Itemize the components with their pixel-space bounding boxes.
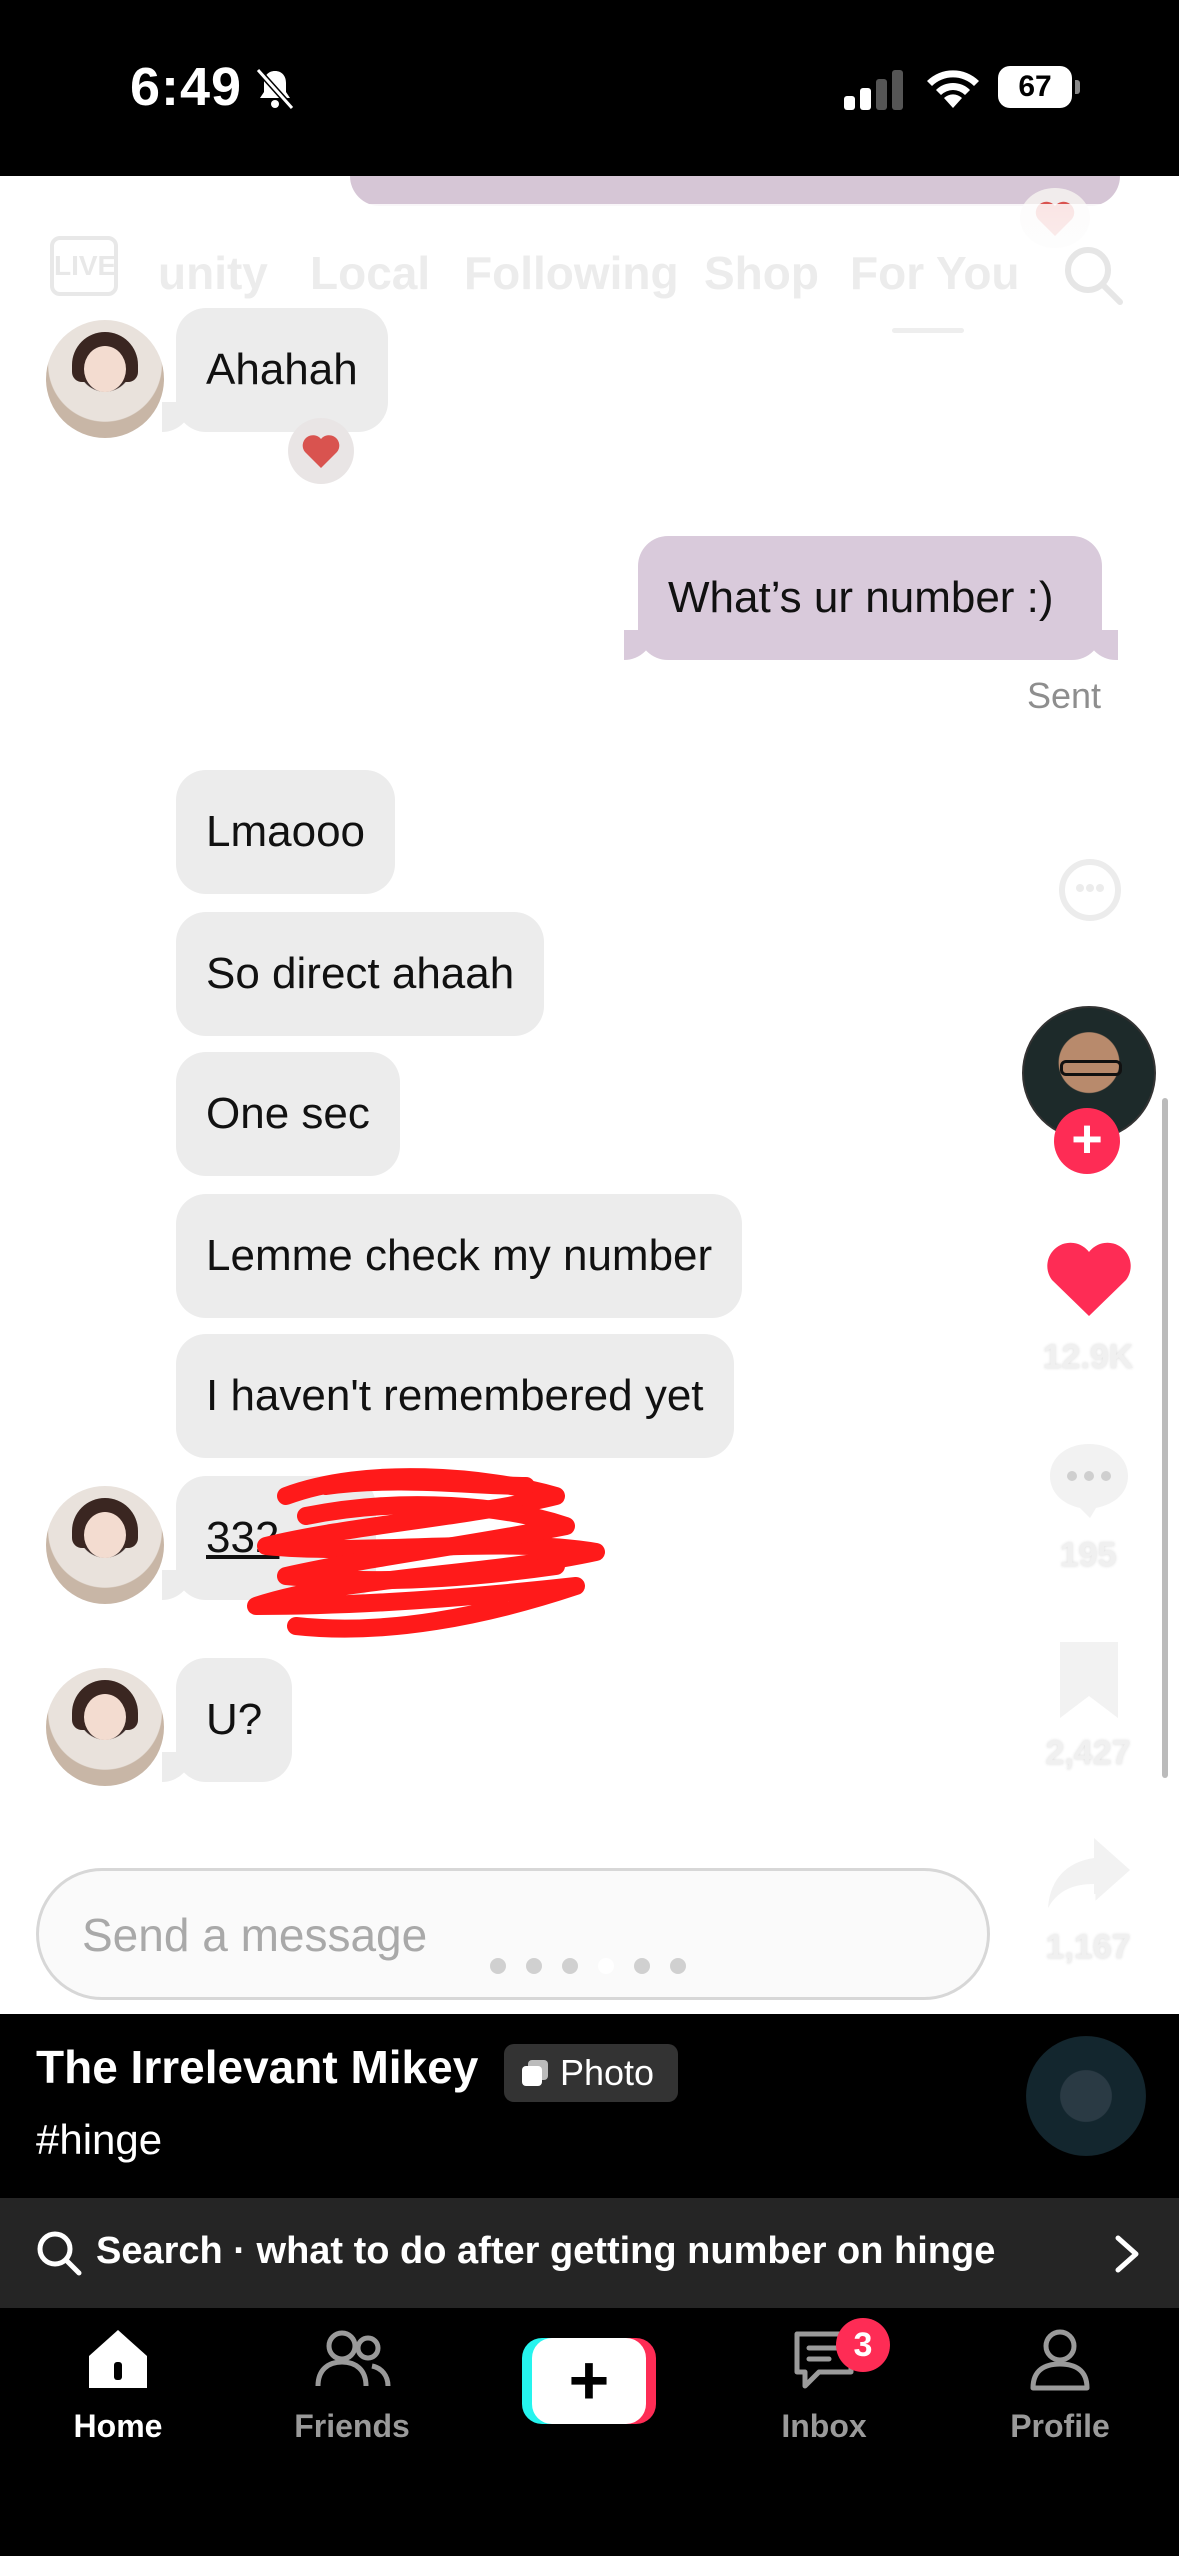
carousel-dot-active bbox=[598, 1958, 614, 1974]
previous-sent-bubble bbox=[350, 176, 1120, 206]
avatar bbox=[46, 1668, 164, 1786]
emoji-reply-icon[interactable] bbox=[1056, 856, 1124, 924]
nav-home-label: Home bbox=[73, 2408, 163, 2444]
profile-icon bbox=[1030, 2329, 1090, 2391]
like-heart-icon[interactable] bbox=[1044, 1238, 1134, 1320]
battery-indicator: 67 bbox=[998, 66, 1080, 108]
photo-post-screenshot[interactable]: LIVE unity Local Following Shop For You … bbox=[0, 176, 1179, 2014]
carousel-dots bbox=[490, 1956, 690, 1976]
avatar bbox=[46, 320, 164, 438]
save-count: 2,427 bbox=[1045, 1734, 1131, 1772]
tab-for-you[interactable]: For You bbox=[850, 246, 1020, 300]
message-bubble: So direct ahaah bbox=[176, 912, 545, 1036]
tab-local[interactable]: Local bbox=[310, 246, 430, 300]
friends-icon bbox=[315, 2330, 391, 2387]
nav-profile[interactable]: Profile bbox=[970, 2318, 1150, 2448]
tab-indicator bbox=[892, 328, 964, 333]
share-count: 1,167 bbox=[1045, 1928, 1131, 1966]
message-bubble: I haven't remembered yet bbox=[176, 1334, 734, 1458]
chevron-right-icon[interactable] bbox=[1112, 2234, 1142, 2274]
comment-icon[interactable] bbox=[1044, 1438, 1134, 1520]
message-bubble: One sec bbox=[176, 1052, 400, 1176]
action-column: + 12.9K 195 2,427 1,167 bbox=[1008, 176, 1168, 2014]
tab-following[interactable]: Following bbox=[464, 246, 679, 300]
home-icon bbox=[89, 2330, 147, 2388]
message-bubble: U? bbox=[161, 1658, 293, 1782]
tab-shop[interactable]: Shop bbox=[704, 246, 819, 300]
photo-icon bbox=[522, 2060, 548, 2086]
status-time: 6:49 bbox=[130, 57, 243, 117]
search-icon bbox=[37, 2231, 82, 2276]
nav-friends-label: Friends bbox=[294, 2408, 410, 2444]
like-count: 12.9K bbox=[1042, 1338, 1134, 1376]
muted-bell-icon bbox=[255, 67, 295, 111]
wifi-icon bbox=[927, 70, 979, 108]
creator-name[interactable]: The Irrelevant Mikey bbox=[36, 2040, 478, 2094]
inbox-badge: 3 bbox=[836, 2318, 890, 2372]
heart-reaction bbox=[288, 418, 354, 484]
battery-level: 67 bbox=[998, 66, 1072, 108]
bookmark-icon[interactable] bbox=[1054, 1638, 1124, 1722]
create-button[interactable]: + bbox=[522, 2338, 656, 2424]
tab-community[interactable]: unity bbox=[158, 246, 268, 300]
status-bar: 6:49 67 bbox=[0, 0, 1179, 176]
red-scribble-redaction bbox=[247, 1468, 605, 1638]
feed-tabs: LIVE unity Local Following Shop For You bbox=[0, 204, 1179, 333]
plus-icon: + bbox=[568, 2341, 610, 2419]
audio-wave-icon bbox=[1071, 1894, 1110, 1920]
search-suggestion-text[interactable]: Search · what to do after getting number… bbox=[96, 2230, 995, 2273]
nav-profile-label: Profile bbox=[1010, 2408, 1110, 2444]
nav-inbox-label: Inbox bbox=[781, 2408, 867, 2444]
scrollbar[interactable] bbox=[1162, 1098, 1168, 1778]
avatar bbox=[46, 1486, 164, 1604]
heart-icon bbox=[302, 435, 340, 468]
live-icon[interactable]: LIVE bbox=[50, 236, 118, 296]
message-bubble: Lmaooo bbox=[176, 770, 396, 894]
message-bubble: Lemme check my number bbox=[176, 1194, 743, 1318]
photo-badge-label: Photo bbox=[560, 2052, 655, 2093]
cellular-signal-icon bbox=[844, 70, 903, 110]
message-bubble: Ahahah bbox=[162, 308, 388, 432]
message-input-placeholder: Send a message bbox=[82, 1909, 428, 1961]
nav-friends[interactable]: Friends bbox=[262, 2318, 442, 2448]
nav-home[interactable]: Home bbox=[28, 2318, 208, 2448]
follow-button[interactable]: + bbox=[1054, 1108, 1120, 1174]
music-disc[interactable] bbox=[1026, 2036, 1146, 2156]
hashtag-link[interactable]: #hinge bbox=[36, 2116, 162, 2164]
comment-count: 195 bbox=[1059, 1536, 1117, 1574]
